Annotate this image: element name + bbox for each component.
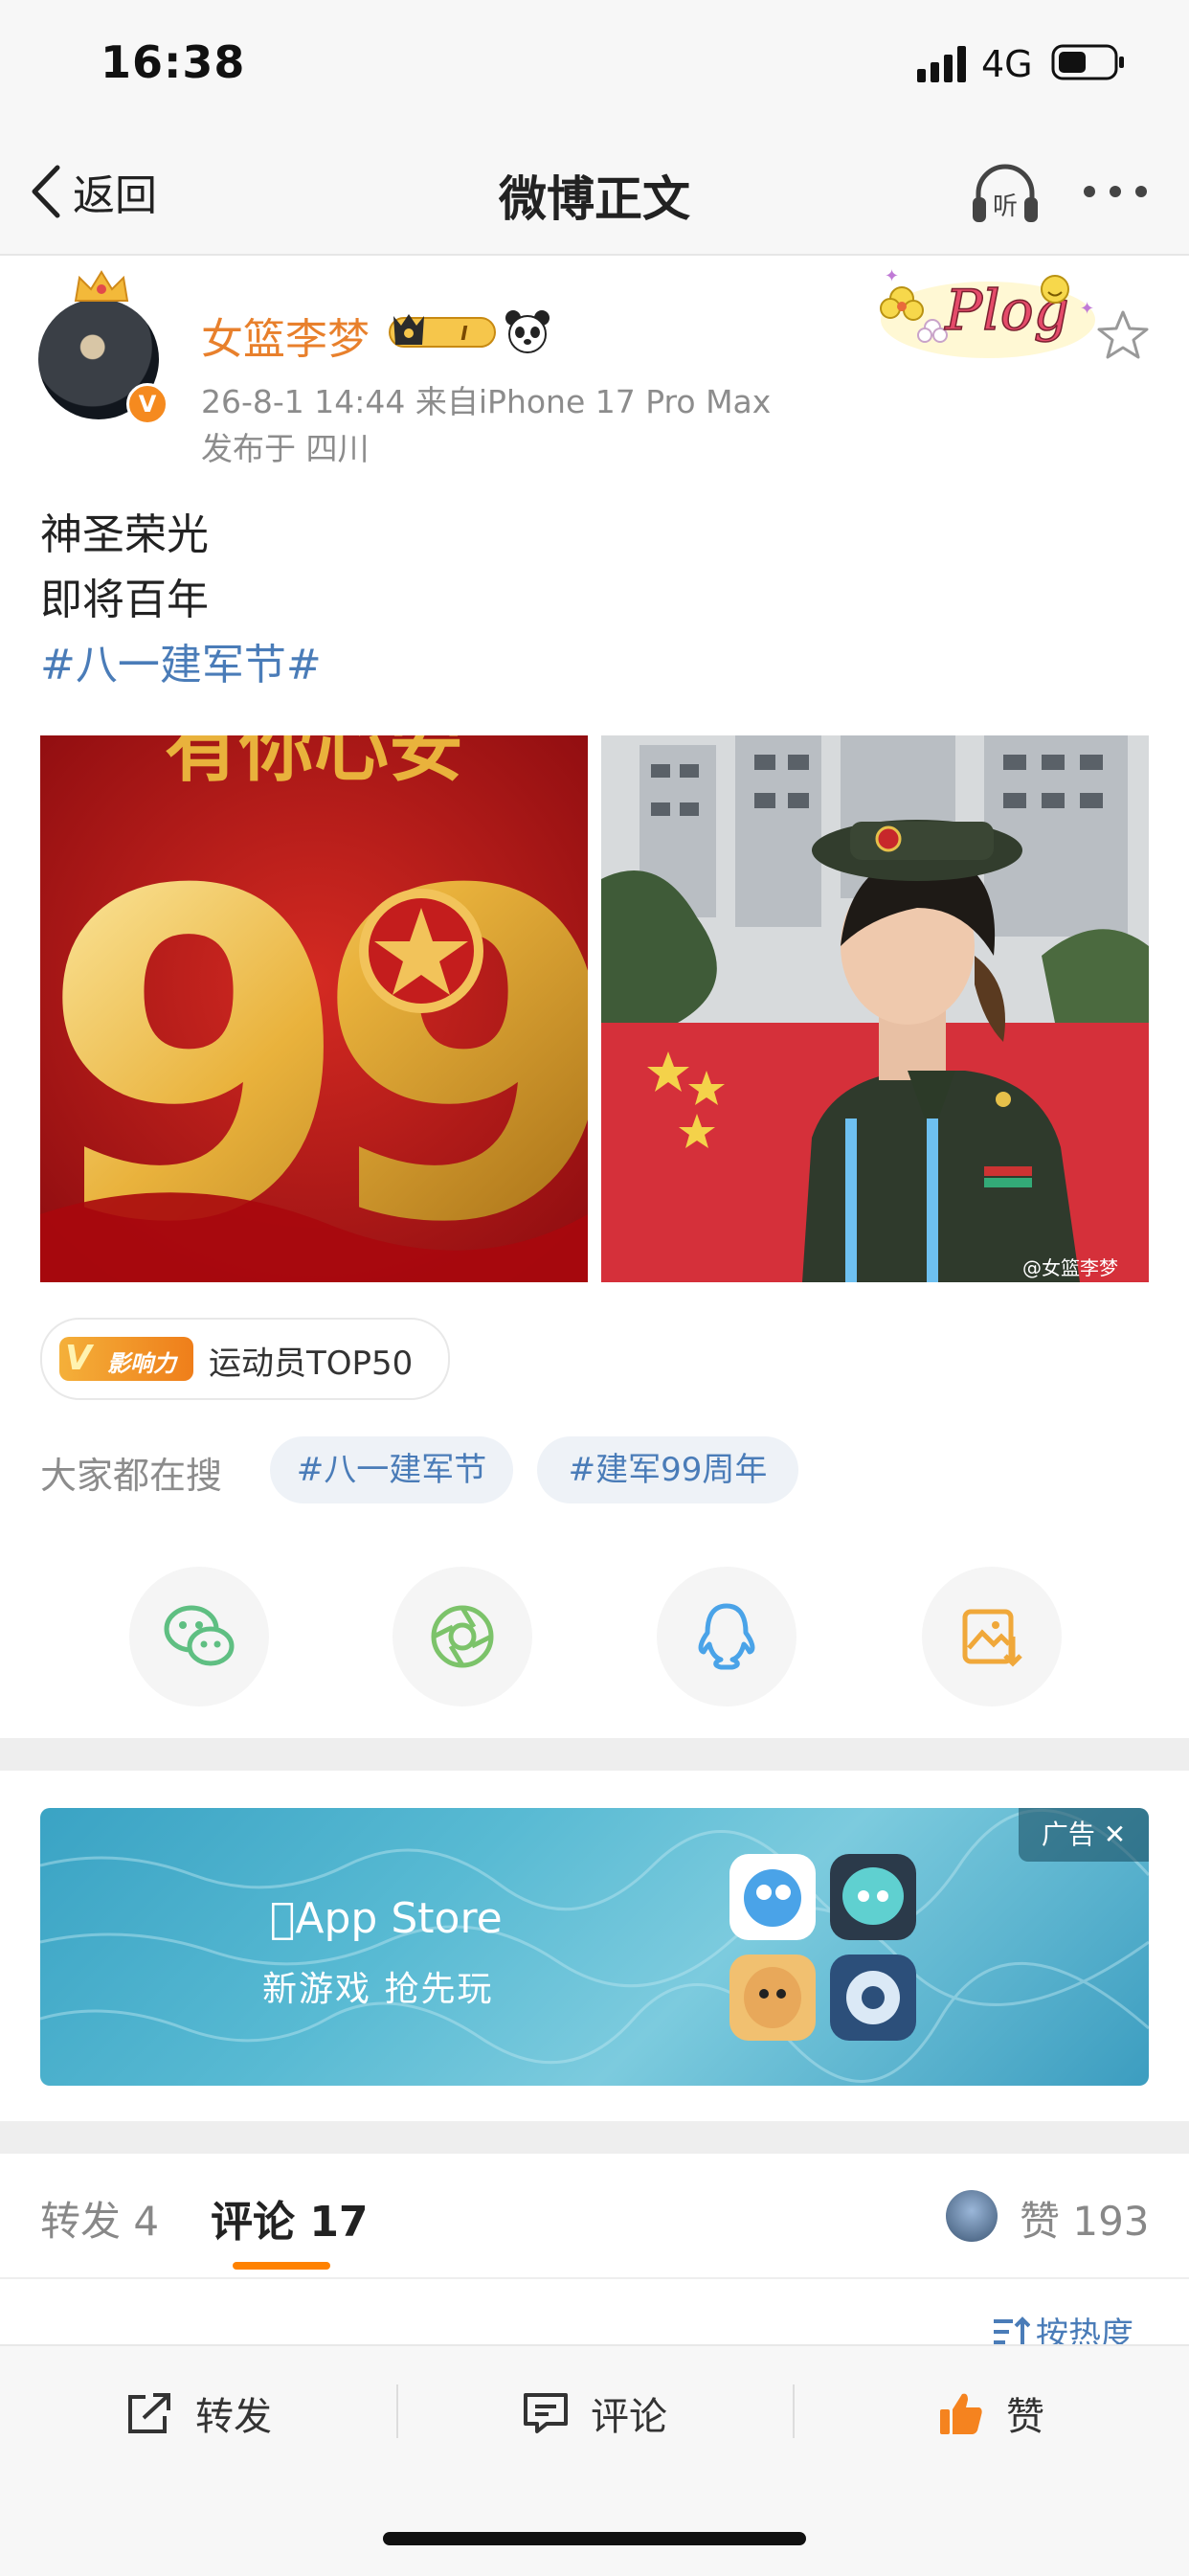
svg-text:I: I [460, 322, 468, 345]
thumbs-up-icon [940, 2393, 982, 2434]
share-qq-button[interactable] [657, 1567, 796, 1706]
influence-tag: V 影响力 [59, 1337, 193, 1381]
trending-search-label: 大家都在搜 [40, 1455, 223, 1497]
vip-badge-icon[interactable]: I [388, 312, 498, 352]
tab-repost[interactable]: 转发 4 [40, 2189, 159, 2248]
repost-icon [128, 2393, 170, 2433]
avatar[interactable]: V [38, 270, 168, 425]
trending-chip[interactable]: #八一建军节 [270, 1436, 513, 1503]
network-type: 4G [981, 43, 1033, 85]
post-image-99[interactable]: 有你心安 99 [40, 735, 588, 1282]
moments-icon [431, 1605, 494, 1668]
favorite-star-icon[interactable] [1096, 308, 1150, 362]
save-image-button[interactable] [922, 1567, 1062, 1706]
plog-sticker: Plog ✦ ✦ [880, 266, 1095, 358]
active-tab-indicator [233, 2262, 330, 2270]
like-label: 赞 [1006, 2395, 1044, 2439]
save-image-icon [962, 1609, 1022, 1667]
like-button[interactable]: 赞 [793, 2375, 1189, 2452]
panda-icon [505, 310, 550, 353]
image-watermark: @女篮李梦 [1022, 1256, 1118, 1279]
share-moments-button[interactable] [393, 1567, 532, 1706]
svg-text:听: 听 [993, 192, 1018, 221]
svg-text:有你心安: 有你心安 [165, 735, 463, 792]
svg-text:✦: ✦ [1080, 299, 1094, 319]
influence-label: 运动员TOP50 [209, 1344, 414, 1383]
post-image-soldier[interactable] [601, 735, 1149, 1282]
username[interactable]: 女篮李梦 [201, 305, 370, 366]
influence-tag-label: 影响力 [107, 1350, 176, 1377]
post-meta: 26-8-1 14:44 来自iPhone 17 Pro Max [201, 383, 772, 420]
listen-icon[interactable]: 听 [967, 155, 1043, 232]
status-time: 16:38 [101, 36, 246, 88]
anniversary-99-image: 有你心安 99 [40, 735, 588, 1282]
post-text-line: 即将百年 [40, 576, 209, 624]
section-divider [0, 1738, 1189, 1771]
tabs-divider [0, 2277, 1189, 2279]
trending-chip[interactable]: #建军99周年 [537, 1436, 798, 1503]
svg-text:✦: ✦ [885, 266, 899, 286]
influence-badge[interactable]: V 影响力 运动员TOP50 [40, 1318, 450, 1400]
influence-v-mark: V [65, 1339, 92, 1378]
tab-like[interactable]: 赞 193 [1020, 2189, 1150, 2248]
ad-store-label: App Store [270, 1894, 503, 1943]
ad-banner[interactable]: App Store 新游戏 抢先玩 广告 ✕ [40, 1808, 1149, 2086]
comment-label: 评论 [591, 2395, 667, 2439]
qq-icon [698, 1603, 755, 1670]
repost-label: 转发 [195, 2395, 272, 2439]
ad-background [40, 1808, 1149, 2083]
comment-button[interactable]: 评论 [396, 2375, 793, 2452]
comment-icon [524, 2393, 568, 2433]
ad-slogan: 新游戏 抢先玩 [262, 1970, 494, 2009]
ad-close-tag[interactable]: 广告 ✕ [1019, 1808, 1149, 1862]
battery-icon [1051, 44, 1124, 80]
post-location: 发布于 四川 [201, 430, 370, 467]
home-indicator [383, 2532, 806, 2545]
post-hashtag[interactable]: #八一建军节# [40, 630, 322, 691]
verified-badge: V [126, 383, 168, 425]
repost-button[interactable]: 转发 [0, 2375, 396, 2452]
more-icon[interactable] [1077, 163, 1154, 220]
sort-icon [994, 2316, 1030, 2346]
crown-icon [74, 270, 129, 302]
soldier-photo [601, 735, 1149, 1282]
section-divider [0, 2121, 1189, 2154]
share-wechat-button[interactable] [129, 1567, 269, 1706]
liker-avatar [946, 2190, 998, 2242]
post-text-line: 神圣荣光 [40, 510, 209, 559]
wechat-icon [164, 1605, 235, 1666]
signal-icon [917, 46, 966, 82]
tab-comment[interactable]: 评论 17 [211, 2187, 369, 2248]
